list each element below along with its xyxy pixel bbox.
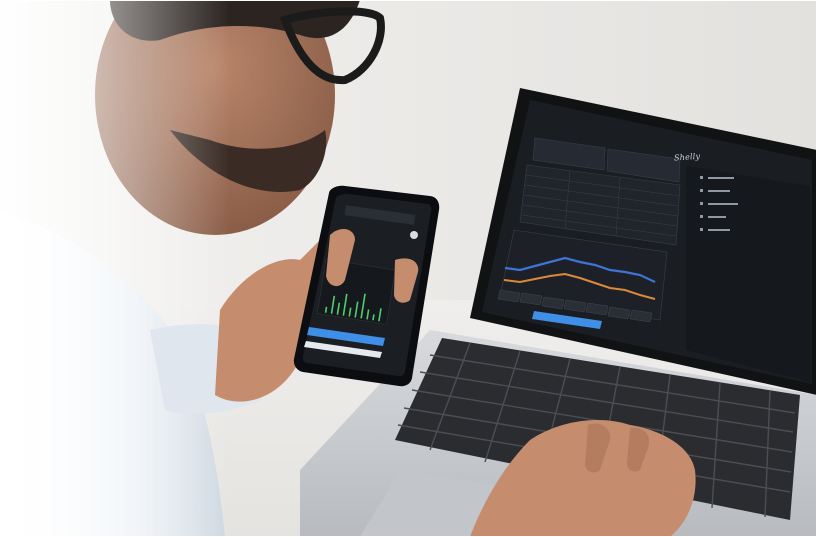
photo-scene: Shelly (0, 0, 817, 537)
photo-illustration (0, 0, 817, 537)
screen-sidebar (686, 166, 810, 382)
